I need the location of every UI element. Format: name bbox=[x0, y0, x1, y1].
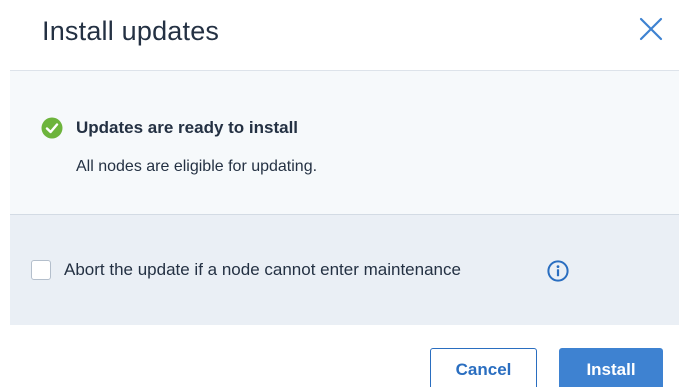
status-description: All nodes are eligible for updating. bbox=[76, 158, 318, 175]
close-icon bbox=[639, 17, 663, 41]
dialog-title: Install updates bbox=[42, 16, 220, 46]
status-title: Updates are ready to install bbox=[76, 118, 299, 137]
status-panel bbox=[10, 71, 679, 214]
cancel-button[interactable]: Cancel bbox=[430, 348, 537, 387]
install-button[interactable]: Install bbox=[559, 348, 663, 387]
install-updates-dialog: Install updates Updates are ready to ins… bbox=[0, 0, 679, 387]
info-icon[interactable] bbox=[547, 260, 569, 282]
close-button[interactable] bbox=[637, 15, 665, 43]
abort-on-maintenance-failure-label[interactable]: Abort the update if a node cannot enter … bbox=[64, 259, 461, 281]
abort-on-maintenance-failure-checkbox[interactable] bbox=[31, 260, 51, 280]
dialog-header: Install updates bbox=[0, 0, 679, 70]
check-circle-icon bbox=[41, 117, 63, 139]
